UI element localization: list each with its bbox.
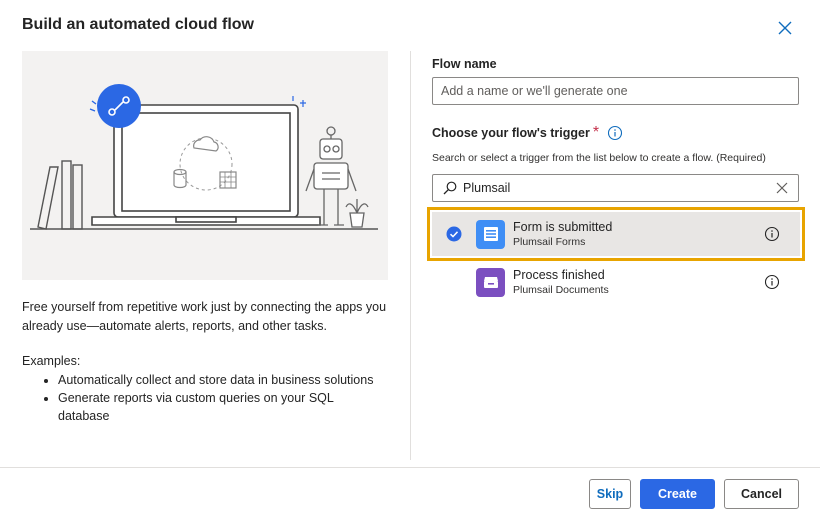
create-button[interactable]: Create bbox=[640, 479, 715, 509]
description-text: Free yourself from repetitive work just … bbox=[22, 300, 387, 333]
plant-illustration bbox=[345, 199, 369, 228]
dialog-title: Build an automated cloud flow bbox=[22, 16, 254, 33]
trigger-label-row: Choose your flow's trigger * bbox=[432, 124, 800, 142]
trigger-details-button[interactable] bbox=[760, 226, 784, 242]
flow-name-input[interactable] bbox=[432, 77, 799, 105]
cancel-button[interactable]: Cancel bbox=[724, 479, 799, 509]
form-list-icon bbox=[483, 227, 498, 241]
document-box-icon bbox=[483, 277, 498, 288]
info-icon bbox=[764, 226, 780, 242]
example-item: Generate reports via custom queries on y… bbox=[58, 389, 388, 425]
close-icon bbox=[778, 21, 792, 35]
flow-name-label: Flow name bbox=[432, 57, 497, 71]
trigger-details-button[interactable] bbox=[760, 274, 784, 290]
trigger-info-button[interactable] bbox=[607, 125, 623, 141]
left-pane: Free yourself from repetitive work just … bbox=[22, 51, 388, 425]
trigger-list: Form is submitted Plumsail Forms Process… bbox=[427, 207, 805, 304]
search-icon bbox=[443, 181, 457, 195]
trigger-search-box[interactable]: Plumsail bbox=[432, 174, 799, 202]
hero-illustration bbox=[22, 51, 388, 280]
examples-label: Examples: bbox=[22, 354, 81, 368]
plumsail-forms-icon bbox=[476, 219, 505, 249]
close-icon bbox=[776, 182, 788, 194]
examples-list: Automatically collect and store data in … bbox=[22, 371, 388, 425]
info-icon bbox=[764, 274, 780, 290]
trigger-label: Choose your flow's trigger bbox=[432, 126, 590, 140]
close-button[interactable] bbox=[772, 16, 798, 40]
trigger-title: Process finished bbox=[513, 267, 605, 282]
trigger-connector: Plumsail Documents bbox=[513, 283, 609, 296]
skip-button[interactable]: Skip bbox=[589, 479, 631, 509]
robot-illustration bbox=[305, 126, 357, 226]
footer-divider bbox=[0, 467, 820, 468]
trigger-search-value[interactable]: Plumsail bbox=[463, 181, 772, 195]
trigger-helper-text: Search or select a trigger from the list… bbox=[432, 152, 766, 164]
info-icon bbox=[608, 125, 623, 141]
clear-search-button[interactable] bbox=[772, 178, 792, 198]
example-item: Automatically collect and store data in … bbox=[58, 371, 388, 389]
trigger-connector: Plumsail Forms bbox=[513, 235, 586, 248]
trigger-item-form-submitted[interactable]: Form is submitted Plumsail Forms bbox=[427, 207, 805, 261]
trigger-item-process-finished[interactable]: Process finished Plumsail Documents bbox=[432, 260, 800, 304]
plumsail-documents-icon bbox=[476, 267, 505, 297]
books-illustration bbox=[37, 160, 83, 230]
right-pane: Flow name Choose your flow's trigger * S… bbox=[427, 57, 805, 304]
checkmark-circle-icon bbox=[446, 226, 462, 242]
trigger-title: Form is submitted bbox=[513, 219, 613, 234]
required-marker: * bbox=[592, 124, 600, 141]
vertical-divider bbox=[410, 51, 411, 460]
flow-badge-icon bbox=[89, 84, 141, 128]
